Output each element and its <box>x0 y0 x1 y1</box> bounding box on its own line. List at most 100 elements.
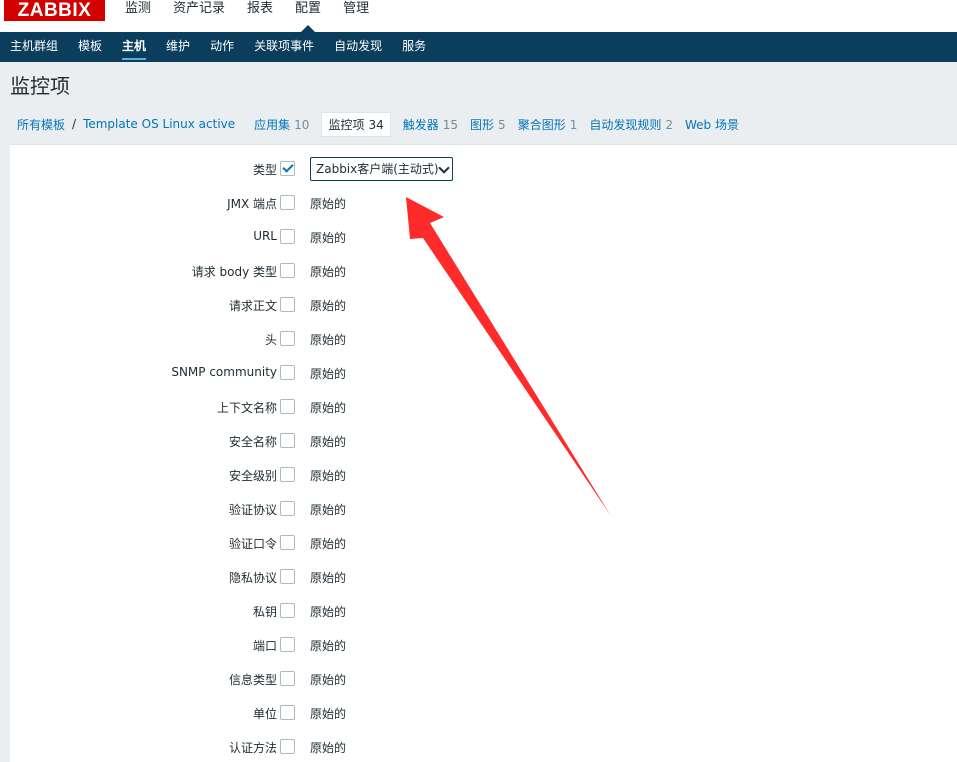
sub-nav-hosts[interactable]: 主机 <box>112 32 156 62</box>
tab-count: 2 <box>665 117 673 132</box>
field-checkbox[interactable] <box>280 501 295 516</box>
field-original-value: 原始的 <box>310 299 347 313</box>
sub-nav-event-correlation[interactable]: 关联项事件 <box>244 32 324 62</box>
field-checkbox[interactable] <box>280 195 295 210</box>
tab-graphs[interactable]: 图形 5 <box>470 116 506 133</box>
form-row: 端口 原始的 <box>10 633 957 659</box>
main-nav-reports[interactable]: 报表 <box>236 0 284 20</box>
field-label: 头 <box>264 333 277 347</box>
type-select[interactable]: Zabbix客户端(主动式) <box>310 157 453 181</box>
field-checkbox[interactable] <box>280 671 295 686</box>
field-checkbox[interactable] <box>280 229 295 244</box>
form-row: SNMP community 原始的 <box>10 361 957 387</box>
form-row: 请求 body 类型 原始的 <box>10 259 957 285</box>
field-checkbox[interactable] <box>280 399 295 414</box>
breadcrumb-all-templates[interactable]: 所有模板 <box>17 116 65 133</box>
main-nav-configuration[interactable]: 配置 <box>284 0 332 32</box>
main-nav-monitoring[interactable]: 监测 <box>114 0 162 20</box>
field-original-value: 原始的 <box>310 469 347 483</box>
tab-screens[interactable]: 聚合图形 1 <box>518 116 578 133</box>
form-row: 验证协议 原始的 <box>10 497 957 523</box>
sub-nav-discovery[interactable]: 自动发现 <box>324 32 392 62</box>
type-label: 类型 <box>252 163 277 177</box>
field-original-value: 原始的 <box>310 197 347 211</box>
type-checkbox[interactable] <box>280 161 295 176</box>
tab-count: 34 <box>368 117 384 132</box>
form-row: 上下文名称 原始的 <box>10 395 957 421</box>
breadcrumb-template[interactable]: Template OS Linux active <box>83 117 235 131</box>
field-original-value: 原始的 <box>310 265 347 279</box>
tab-items[interactable]: 监控项 34 <box>321 111 391 137</box>
field-label: 请求 body 类型 <box>191 265 277 279</box>
form-row: JMX 端点 原始的 <box>10 191 957 217</box>
field-original-value: 原始的 <box>310 333 347 347</box>
tab-label: 自动发现规则 <box>589 117 662 132</box>
tab-web-scenarios[interactable]: Web 场景 <box>685 116 739 133</box>
field-original-value: 原始的 <box>310 435 347 449</box>
field-label: 上下文名称 <box>216 401 277 415</box>
field-original-value: 原始的 <box>310 605 347 619</box>
sub-nav-maintenance[interactable]: 维护 <box>156 32 200 62</box>
field-label: 验证口令 <box>228 537 277 551</box>
tab-count: 10 <box>294 117 310 132</box>
field-label: 请求正文 <box>228 299 277 313</box>
field-checkbox[interactable] <box>280 263 295 278</box>
field-checkbox[interactable] <box>280 297 295 312</box>
field-checkbox[interactable] <box>280 705 295 720</box>
sub-nav-actions[interactable]: 动作 <box>200 32 244 62</box>
tab-label: 应用集 <box>254 117 291 132</box>
form-row: 请求正文 原始的 <box>10 293 957 319</box>
field-original-value: 原始的 <box>310 639 347 653</box>
field-original-value: 原始的 <box>310 571 347 585</box>
tab-count: 1 <box>569 117 578 132</box>
sub-nav-host-groups[interactable]: 主机群组 <box>0 32 68 62</box>
tab-count: 15 <box>442 117 459 132</box>
field-original-value: 原始的 <box>310 401 347 415</box>
field-checkbox[interactable] <box>280 637 295 652</box>
field-checkbox[interactable] <box>280 433 295 448</box>
main-nav: 监测 资产记录 报表 配置 管理 <box>114 0 380 32</box>
field-original-value: 原始的 <box>310 503 347 517</box>
breadcrumb-tabs: 所有模板 / Template OS Linux active 应用集 10 监控… <box>10 104 957 145</box>
field-label: 隐私协议 <box>228 571 277 585</box>
main-nav-inventory[interactable]: 资产记录 <box>162 0 236 20</box>
field-label: 安全级别 <box>228 469 277 483</box>
field-checkbox[interactable] <box>280 535 295 550</box>
field-checkbox[interactable] <box>280 331 295 346</box>
field-label: SNMP community <box>171 365 277 379</box>
form-row: 头 原始的 <box>10 327 957 353</box>
field-checkbox[interactable] <box>280 467 295 482</box>
form-row: URL 原始的 <box>10 225 957 251</box>
field-checkbox[interactable] <box>280 739 295 754</box>
main-nav-administration[interactable]: 管理 <box>332 0 380 20</box>
top-header: ZABBIX 监测 资产记录 报表 配置 管理 <box>0 0 957 32</box>
form-row: 私钥 原始的 <box>10 599 957 625</box>
sub-nav-services[interactable]: 服务 <box>392 32 436 62</box>
field-label: 端口 <box>252 639 277 653</box>
tab-count: 5 <box>498 117 506 132</box>
form-row: 安全级别 原始的 <box>10 463 957 489</box>
tab-label: 聚合图形 <box>517 117 566 132</box>
sub-nav-templates[interactable]: 模板 <box>68 32 112 62</box>
field-checkbox[interactable] <box>280 569 295 584</box>
breadcrumb-separator: / <box>72 117 77 131</box>
tab-discovery-rules[interactable]: 自动发现规则 2 <box>589 116 673 133</box>
page-title: 监控项 <box>10 74 70 98</box>
zabbix-logo[interactable]: ZABBIX <box>4 0 105 21</box>
sub-nav: 主机群组 模板 主机 维护 动作 关联项事件 自动发现 服务 <box>0 32 957 62</box>
field-original-value: 原始的 <box>310 367 347 381</box>
field-original-value: 原始的 <box>310 231 347 245</box>
field-label: 验证协议 <box>228 503 277 517</box>
form-row: 认证方法 原始的 <box>10 735 957 761</box>
field-checkbox[interactable] <box>280 603 295 618</box>
form-row: 信息类型 原始的 <box>10 667 957 693</box>
tab-triggers[interactable]: 触发器 15 <box>403 116 458 133</box>
field-label: 单位 <box>252 707 277 721</box>
form-row: 验证口令 原始的 <box>10 531 957 557</box>
field-label: 信息类型 <box>228 673 277 687</box>
tab-applications[interactable]: 应用集 10 <box>254 116 309 133</box>
form-row: 单位 原始的 <box>10 701 957 727</box>
tab-label: Web 场景 <box>685 117 739 132</box>
tab-label: 触发器 <box>402 117 439 132</box>
field-checkbox[interactable] <box>280 365 295 380</box>
